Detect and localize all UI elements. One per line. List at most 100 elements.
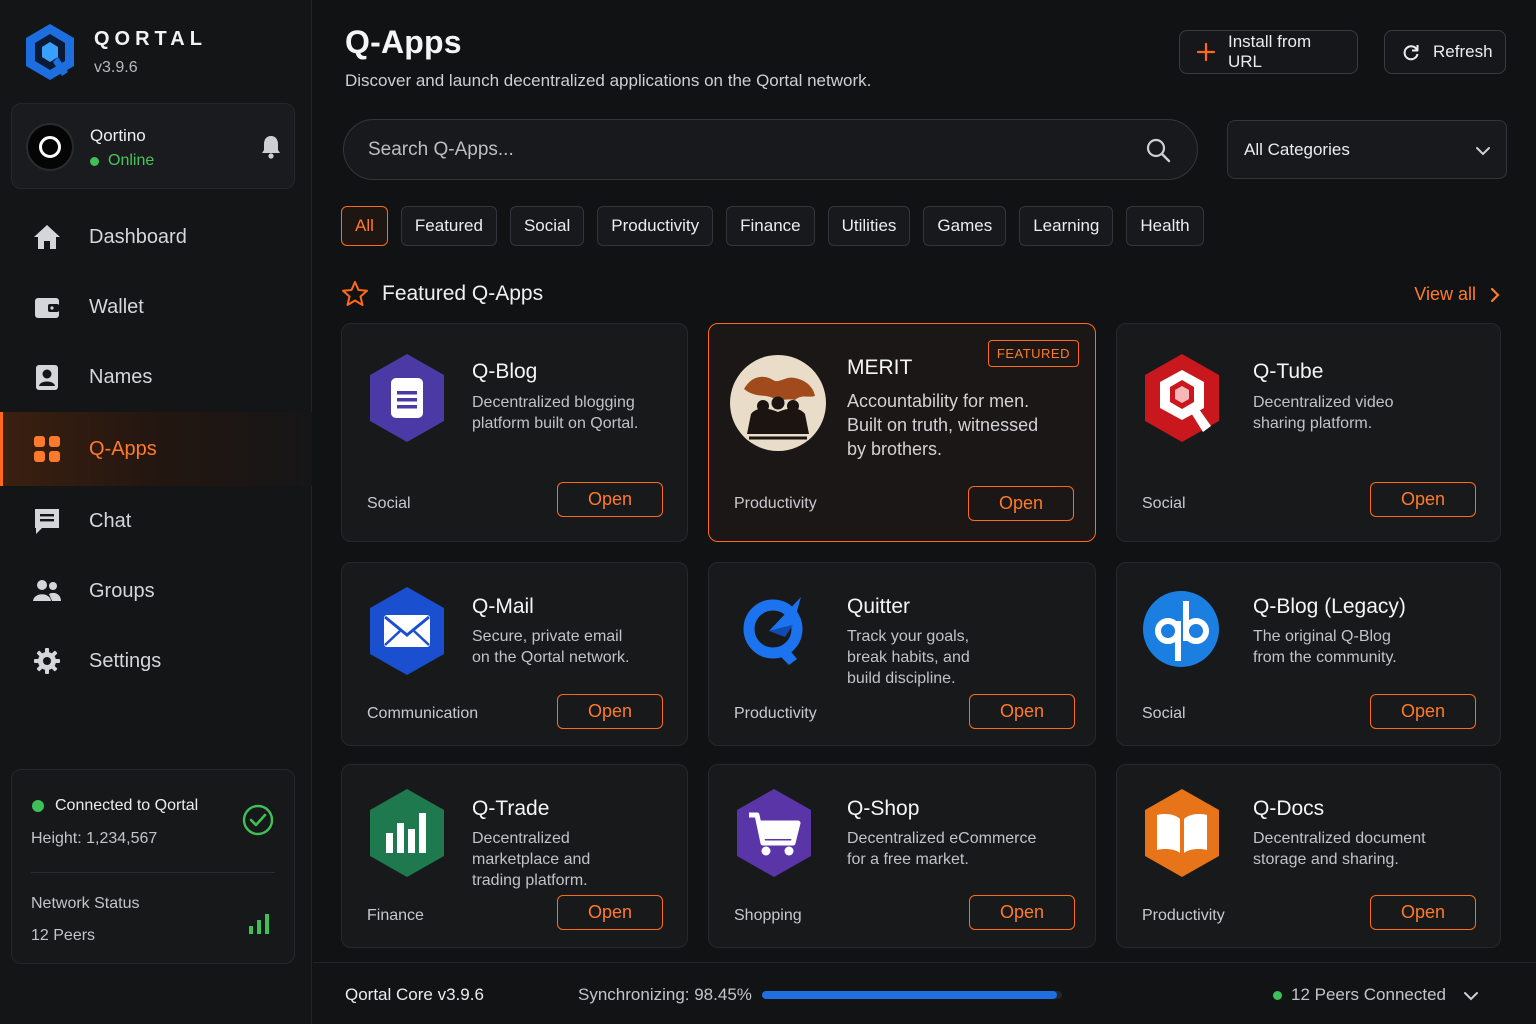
sidebar-item-label: Q-Apps xyxy=(89,437,157,460)
sidebar-item-q-apps[interactable]: Q-Apps xyxy=(0,412,312,486)
app-name: Q-Blog (Legacy) xyxy=(1253,595,1406,618)
app-card-q-blog[interactable]: Q-Blog Decentralized blogging platform bu… xyxy=(341,323,688,542)
q-shop-icon xyxy=(737,789,811,877)
app-category: Finance xyxy=(367,907,424,924)
peer-count: 12 Peers xyxy=(31,927,96,944)
chat-icon xyxy=(32,506,62,536)
open-button[interactable]: Open xyxy=(969,895,1075,930)
sidebar-item-wallet[interactable]: Wallet xyxy=(0,272,312,342)
sidebar-item-label: Groups xyxy=(89,579,155,602)
app-name: Q-Blog xyxy=(472,360,538,383)
bell-icon[interactable] xyxy=(260,134,282,160)
app-description: Decentralized video sharing platform. xyxy=(1253,394,1394,432)
app-card-q-tube[interactable]: Q-Tube Decentralized video sharing platfo… xyxy=(1116,323,1501,542)
chip-social[interactable]: Social xyxy=(509,206,585,246)
app-category: Productivity xyxy=(734,495,817,512)
search-input[interactable]: Search Q-Apps... xyxy=(343,119,1198,180)
install-label: Install from URL xyxy=(1228,32,1312,71)
open-button[interactable]: Open xyxy=(969,694,1075,729)
page-subtitle: Discover and launch decentralized applic… xyxy=(345,71,872,90)
groups-icon xyxy=(32,576,62,606)
refresh-button[interactable]: Refresh xyxy=(1384,30,1506,74)
view-all-link[interactable]: View all xyxy=(1414,284,1500,305)
app-category: Shopping xyxy=(734,907,802,924)
app-description: The original Q-Blog from the community. xyxy=(1253,628,1397,666)
app-card-q-blog-legacy[interactable]: Q-Blog (Legacy) The original Q-Blog from … xyxy=(1116,562,1501,746)
app-description: Secure, private email on the Qortal netwo… xyxy=(472,628,630,666)
chip-featured[interactable]: Featured xyxy=(400,206,497,246)
sidebar-item-names[interactable]: Names xyxy=(0,342,312,412)
open-button[interactable]: Open xyxy=(557,482,663,517)
app-card-q-mail[interactable]: Q-Mail Secure, private email on the Qorta… xyxy=(341,562,688,746)
chevron-down-icon xyxy=(1476,147,1490,156)
chevron-right-icon xyxy=(1490,287,1500,302)
featured-section-header: Featured Q-Apps xyxy=(341,280,543,308)
chip-games[interactable]: Games xyxy=(923,206,1007,246)
app-card-q-trade[interactable]: Q-Trade Decentralized marketplace and trad… xyxy=(341,764,688,948)
category-select[interactable]: All Categories xyxy=(1227,120,1507,179)
app-card-q-docs[interactable]: Q-Docs Decentralized document storage and… xyxy=(1116,764,1501,948)
page-title: Q-Apps xyxy=(345,24,462,60)
refresh-icon xyxy=(1401,42,1421,62)
chevron-down-icon[interactable] xyxy=(1462,987,1480,1005)
install-from-url-button[interactable]: Install from URL xyxy=(1179,30,1358,74)
star-icon xyxy=(342,281,368,306)
connected-dot-icon xyxy=(32,800,44,812)
peers-dot-icon xyxy=(1273,990,1282,1000)
open-button[interactable]: Open xyxy=(968,486,1074,521)
open-button[interactable]: Open xyxy=(1370,694,1476,729)
app-name: Q-Trade xyxy=(472,797,550,820)
user-card[interactable]: Qortino Online xyxy=(11,103,295,189)
app-name: Q-Docs xyxy=(1253,797,1325,820)
sidebar-item-label: Chat xyxy=(89,509,132,532)
sidebar: QORTAL v3.9.6 Qortino Online Dashboard W… xyxy=(0,0,312,1024)
chip-productivity[interactable]: Productivity xyxy=(597,206,714,246)
connection-card: Connected to Qortal Height: 1,234,567 Ne… xyxy=(11,769,295,964)
chip-finance[interactable]: Finance xyxy=(726,206,815,246)
app-name: Q-Shop xyxy=(847,797,920,820)
open-button[interactable]: Open xyxy=(1370,895,1476,930)
open-button[interactable]: Open xyxy=(557,694,663,729)
open-button[interactable]: Open xyxy=(1370,482,1476,517)
q-tube-icon xyxy=(1145,354,1219,442)
sidebar-item-groups[interactable]: Groups xyxy=(0,556,312,626)
q-mail-icon xyxy=(370,587,444,675)
sidebar-item-settings[interactable]: Settings xyxy=(0,626,312,696)
brand-name: QORTAL xyxy=(94,27,207,50)
sidebar-item-label: Settings xyxy=(89,649,162,672)
open-button[interactable]: Open xyxy=(557,895,663,930)
app-name: Q-Mail xyxy=(472,595,534,618)
sidebar-item-dashboard[interactable]: Dashboard xyxy=(0,202,312,272)
chip-learning[interactable]: Learning xyxy=(1019,206,1114,246)
q-blog-icon xyxy=(370,354,444,442)
sync-label: Synchronizing: 98.45% xyxy=(578,985,752,1004)
app-description: Accountability for men. Built on truth, w… xyxy=(847,391,1039,459)
user-name: Qortino xyxy=(90,126,146,145)
wallet-icon xyxy=(32,292,62,322)
home-icon xyxy=(32,222,62,252)
merit-logo xyxy=(730,355,826,451)
sidebar-item-chat[interactable]: Chat xyxy=(0,486,312,556)
q-docs-icon xyxy=(1145,789,1219,877)
peers-connected[interactable]: 12 Peers Connected xyxy=(1273,985,1446,1005)
app-card-merit[interactable]: FEATURED MERIT Accountability for men. Bu… xyxy=(708,323,1096,542)
app-card-quitter[interactable]: Quitter Track your goals, break habits, a… xyxy=(708,562,1096,746)
app-category: Social xyxy=(367,495,411,512)
search-icon[interactable] xyxy=(1145,137,1171,163)
category-chips: All Featured Social Productivity Finance… xyxy=(341,206,1217,246)
names-icon xyxy=(32,362,62,392)
app-description: Track your goals, break habits, and build … xyxy=(847,628,970,687)
block-height: Height: 1,234,567 xyxy=(31,830,158,847)
chip-health[interactable]: Health xyxy=(1126,206,1204,246)
status-bar: Qortal Core v3.9.6 Synchronizing: 98.45%… xyxy=(313,962,1536,1024)
app-name: Quitter xyxy=(847,595,911,618)
chip-utilities[interactable]: Utilities xyxy=(827,206,911,246)
section-title: Featured Q-Apps xyxy=(382,282,544,305)
user-status: Online xyxy=(90,152,154,170)
signal-bars-icon xyxy=(249,914,269,934)
divider xyxy=(31,872,275,873)
brand-version: v3.9.6 xyxy=(94,58,138,76)
chip-all[interactable]: All xyxy=(341,206,388,246)
app-card-q-shop[interactable]: Q-Shop Decentralized eCommerce for a free… xyxy=(708,764,1096,948)
avatar[interactable] xyxy=(26,123,74,171)
